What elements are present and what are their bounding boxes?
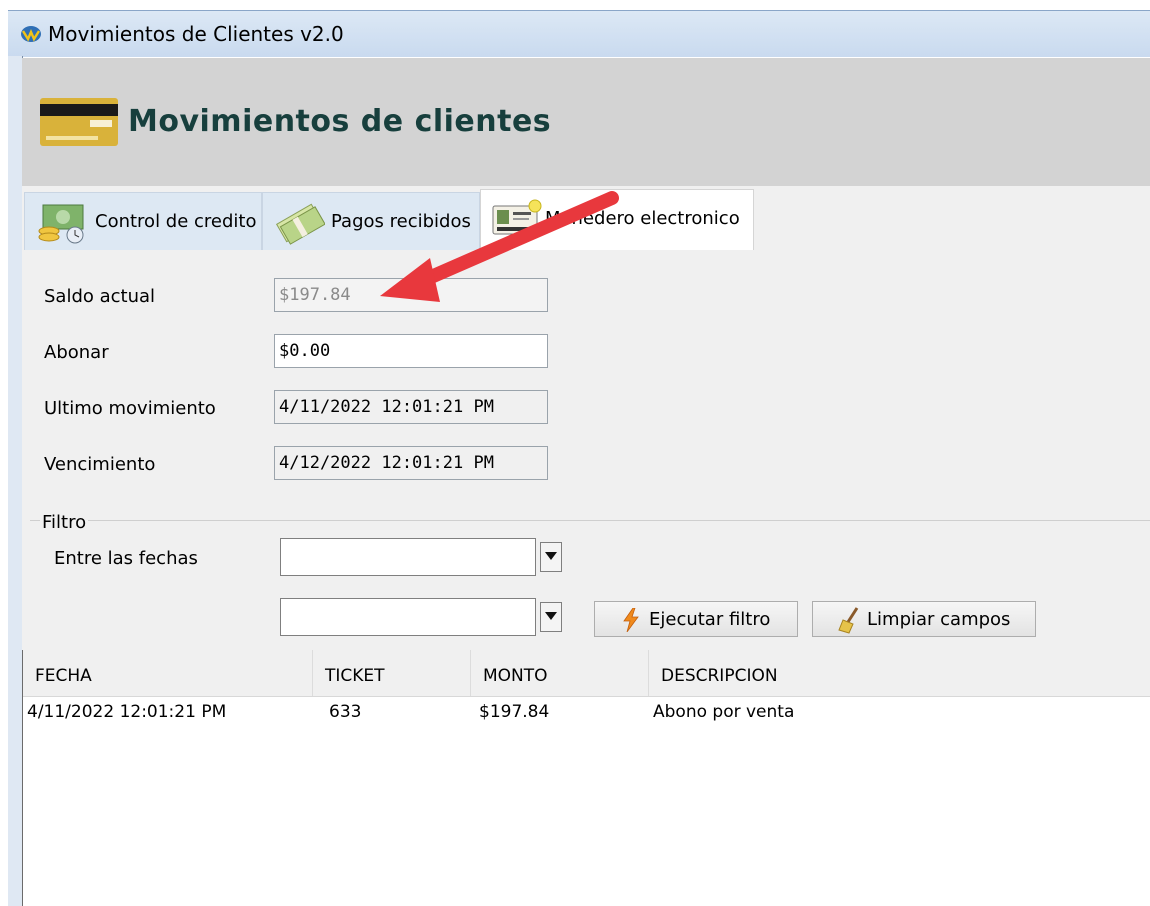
saldo-actual-field: $197.84	[274, 278, 548, 312]
vencimiento-label: Vencimiento	[44, 454, 156, 475]
fecha-fin-picker[interactable]	[280, 598, 562, 636]
tab-monedero-electronico[interactable]: Monedero electronico	[480, 189, 754, 252]
page-title: Movimientos de clientes	[128, 104, 552, 139]
column-header-fecha[interactable]: FECHA	[23, 650, 313, 696]
movements-table[interactable]: FECHA TICKET MONTO DESCRIPCION 4/11/2022…	[22, 650, 1150, 906]
dropdown-button[interactable]	[540, 602, 562, 632]
tab-label: Monedero electronico	[545, 208, 740, 229]
chevron-down-icon	[545, 612, 557, 620]
credit-card-icon	[40, 98, 118, 146]
cash-bundle-icon	[275, 203, 325, 245]
cell-descripcion: Abono por venta	[653, 702, 795, 722]
filtro-group-label: Filtro	[40, 512, 89, 533]
fecha-inicio-input[interactable]	[280, 538, 536, 576]
column-header-descripcion[interactable]: DESCRIPCION	[649, 650, 1150, 696]
id-card-icon	[492, 199, 542, 235]
table-header: FECHA TICKET MONTO DESCRIPCION	[23, 650, 1150, 697]
column-header-monto[interactable]: MONTO	[471, 650, 649, 696]
title-bar[interactable]: Movimientos de Clientes v2.0	[8, 10, 1150, 57]
app-icon	[21, 26, 41, 42]
entre-fechas-label: Entre las fechas	[54, 548, 198, 569]
ultimo-movimiento-field: 4/11/2022 12:01:21 PM	[274, 390, 548, 424]
chevron-down-icon	[545, 552, 557, 560]
tab-label: Pagos recibidos	[331, 211, 471, 232]
abonar-input[interactable]: $0.00	[274, 334, 548, 368]
dropdown-button[interactable]	[540, 542, 562, 572]
cell-fecha: 4/11/2022 12:01:21 PM	[27, 702, 227, 722]
filter-group-border	[30, 520, 1150, 521]
tab-pagos-recibidos[interactable]: Pagos recibidos	[262, 192, 480, 252]
application-window: Movimientos de Clientes v2.0 Movimientos…	[0, 0, 1150, 906]
cell-ticket: 633	[329, 702, 362, 722]
tab-label: Control de credito	[95, 211, 257, 232]
button-label: Ejecutar filtro	[649, 609, 771, 630]
window-left-border	[8, 56, 23, 906]
limpiar-campos-button[interactable]: Limpiar campos	[812, 601, 1036, 637]
window-title: Movimientos de Clientes v2.0	[48, 22, 344, 46]
ejecutar-filtro-button[interactable]: Ejecutar filtro	[594, 601, 798, 637]
broom-icon	[838, 607, 859, 634]
lightning-icon	[623, 608, 639, 632]
ultimo-movimiento-label: Ultimo movimiento	[44, 398, 216, 419]
tab-strip: Control de credito Pagos recibidos Moned…	[22, 186, 1150, 252]
cell-monto: $197.84	[479, 702, 550, 722]
money-coins-icon	[38, 204, 84, 244]
table-row[interactable]: 4/11/2022 12:01:21 PM 633 $197.84 Abono …	[23, 698, 1150, 724]
fecha-fin-input[interactable]	[280, 598, 536, 636]
header-banner: Movimientos de clientes	[22, 58, 1150, 186]
abonar-label: Abonar	[44, 342, 109, 363]
button-label: Limpiar campos	[867, 609, 1011, 630]
saldo-actual-label: Saldo actual	[44, 286, 156, 307]
vencimiento-field: 4/12/2022 12:01:21 PM	[274, 446, 548, 480]
column-header-ticket[interactable]: TICKET	[313, 650, 471, 696]
fecha-inicio-picker[interactable]	[280, 538, 562, 576]
tab-control-de-credito[interactable]: Control de credito	[24, 192, 262, 252]
